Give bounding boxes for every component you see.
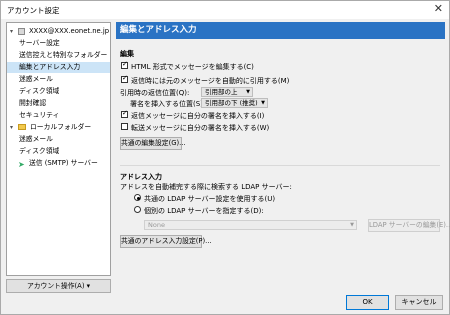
- tree-item-local-disk-space[interactable]: ディスク領域: [7, 146, 110, 157]
- ldap-directory-select[interactable]: None ▼: [144, 220, 357, 230]
- tree-local-folders[interactable]: ▾ ローカルフォルダー: [7, 122, 110, 133]
- tree-smtp[interactable]: ➤ 送信 (SMTP) サーバー: [7, 158, 110, 169]
- ldap-directory-value: None: [148, 221, 165, 229]
- tree-item-local-junk[interactable]: 迷惑メール: [7, 134, 110, 145]
- chevron-down-icon[interactable]: ▾: [10, 122, 13, 133]
- global-composition-button[interactable]: 共通の編集設定(G)...: [120, 137, 186, 150]
- tree-item-disk-space[interactable]: ディスク領域: [7, 86, 110, 97]
- tree-account[interactable]: ▾ XXXX@XXX.eonet.ne.jp: [7, 26, 110, 37]
- use-global-ldap-radio[interactable]: [134, 194, 141, 201]
- close-icon[interactable]: ✕: [434, 2, 443, 16]
- tree-item-composition[interactable]: 編集とアドレス入力: [7, 62, 110, 73]
- cancel-button[interactable]: キャンセル: [395, 295, 443, 310]
- edit-directories-button[interactable]: LDAP サーバーの編集(E)...: [368, 219, 450, 232]
- use-different-ldap-label: 個別の LDAP サーバーを指定する(D):: [144, 207, 264, 215]
- title-bar: アカウント設定 ✕: [1, 1, 449, 19]
- tree-item-junk[interactable]: 迷惑メール: [7, 74, 110, 85]
- reply-position-label: 引用時の返信位置(Q):: [120, 89, 190, 97]
- tree-item-label: セキュリティ: [19, 111, 60, 119]
- account-tree: ▾ XXXX@XXX.eonet.ne.jp サーバー設定 送信控えと特別なフォ…: [6, 22, 111, 276]
- chevron-down-icon: ▼: [246, 89, 250, 95]
- tree-local-label: ローカルフォルダー: [30, 123, 92, 131]
- tree-item-label: 迷惑メール: [19, 75, 53, 83]
- ok-button[interactable]: OK: [346, 295, 389, 310]
- auto-quote-checkbox[interactable]: [121, 74, 128, 83]
- page-title: 編集とアドレス入力: [116, 22, 445, 39]
- chevron-down-icon: ▼: [261, 100, 265, 106]
- settings-pane: 編集とアドレス入力 編集 HTML 形式でメッセージを編集する(C) 返信時には…: [116, 22, 450, 292]
- addressing-section-title: アドレス入力: [120, 173, 162, 181]
- use-different-ldap-radio[interactable]: [134, 206, 141, 213]
- composition-section-title: 編集: [120, 50, 134, 58]
- settings-panel: 編集 HTML 形式でメッセージを編集する(C) 返信時には元のメッセージを自動…: [116, 43, 450, 292]
- global-addressing-button[interactable]: 共通のアドレス入力設定(P)...: [120, 235, 212, 248]
- chevron-down-icon[interactable]: ▾: [10, 26, 13, 37]
- tree-item-label: ディスク領域: [19, 147, 60, 155]
- signature-reply-checkbox[interactable]: [121, 109, 128, 118]
- tree-item-security[interactable]: セキュリティ: [7, 110, 110, 121]
- signature-position-select[interactable]: 引用部の下 (推奨) ▼: [201, 98, 268, 108]
- signature-forward-label: 転送メッセージに自分の署名を挿入する(W): [131, 124, 270, 132]
- tree-smtp-label: 送信 (SMTP) サーバー: [29, 159, 98, 167]
- signature-reply-label: 返信メッセージに自分の署名を挿入する(I): [131, 112, 265, 120]
- tree-account-label: XXXX@XXX.eonet.ne.jp: [29, 27, 110, 35]
- tree-item-label: 迷惑メール: [19, 135, 53, 143]
- tree-item-copies-folders[interactable]: 送信控えと特別なフォルダー: [7, 50, 110, 61]
- html-compose-label: HTML 形式でメッセージを編集する(C): [131, 63, 254, 71]
- auto-quote-label: 返信時には元のメッセージを自動的に引用する(M): [131, 77, 290, 85]
- addressing-description: アドレスを自動補完する際に検索する LDAP サーバー:: [120, 183, 292, 191]
- reply-position-value: 引用部の上: [205, 88, 238, 96]
- signature-position-value: 引用部の下 (推奨): [205, 99, 258, 107]
- use-global-ldap-label: 共通の LDAP サーバー設定を使用する(U): [144, 195, 276, 203]
- signature-position-label: 署名を挿入する位置(S):: [130, 100, 206, 108]
- tree-item-label: 送信控えと特別なフォルダー: [19, 51, 108, 59]
- tree-item-server-settings[interactable]: サーバー設定: [7, 38, 110, 49]
- account-icon: [18, 28, 25, 35]
- html-compose-checkbox[interactable]: [121, 60, 128, 69]
- chevron-down-icon: ▼: [350, 222, 354, 228]
- folder-icon: [18, 124, 26, 130]
- tree-item-return-receipts[interactable]: 開封確認: [7, 98, 110, 109]
- account-actions-button[interactable]: アカウント操作(A) ▾: [6, 279, 111, 293]
- tree-item-label: 編集とアドレス入力: [19, 63, 81, 71]
- smtp-server-icon: ➤: [18, 160, 25, 169]
- tree-item-label: ディスク領域: [19, 87, 60, 95]
- window-title: アカウント設定: [7, 6, 60, 15]
- section-divider: [120, 165, 440, 166]
- signature-forward-checkbox[interactable]: [121, 123, 128, 130]
- account-settings-window: アカウント設定 ✕ ▾ XXXX@XXX.eonet.ne.jp サーバー設定 …: [0, 0, 450, 315]
- reply-position-select[interactable]: 引用部の上 ▼: [201, 87, 253, 97]
- tree-item-label: 開封確認: [19, 99, 47, 107]
- tree-item-label: サーバー設定: [19, 39, 60, 47]
